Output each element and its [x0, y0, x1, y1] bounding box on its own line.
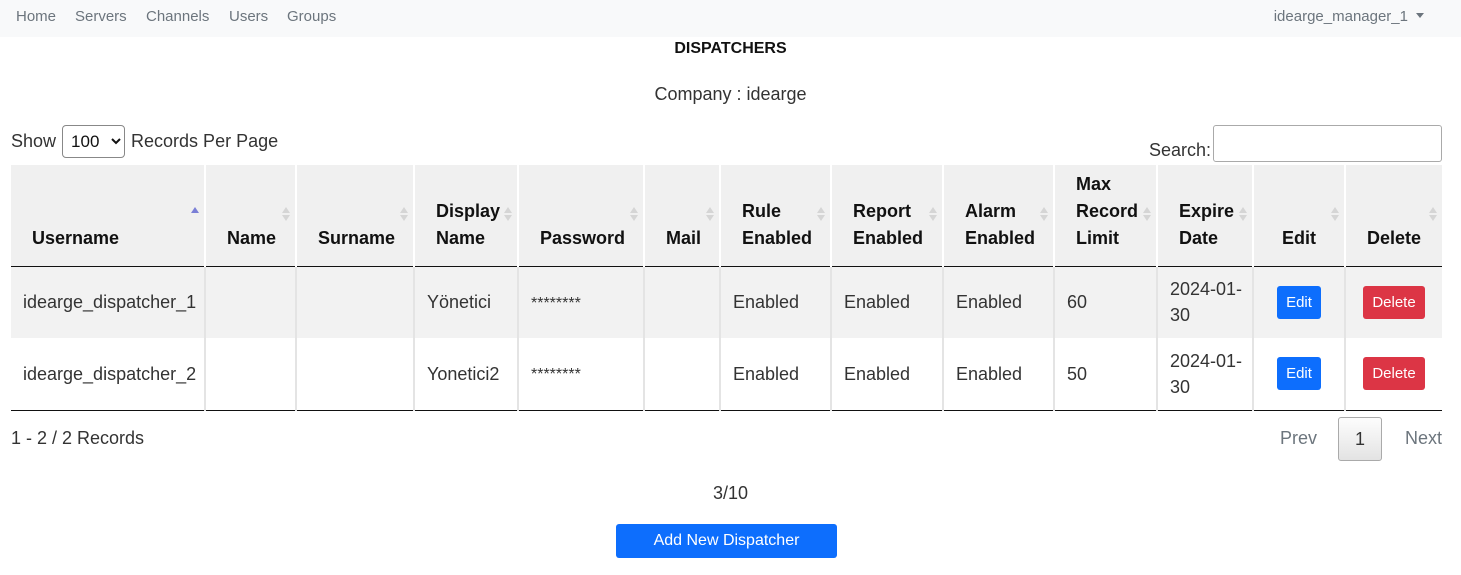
cell-max-record-limit: 50 [1053, 338, 1157, 411]
nav-users-link[interactable]: Users [229, 0, 268, 34]
table-row: idearge_dispatcher_2 Yonetici2 ******** … [11, 338, 1442, 411]
column-header-label: Alarm Enabled [965, 200, 1036, 248]
cell-expire-date: 2024-01-30 [1156, 266, 1253, 338]
sort-icon [817, 207, 825, 223]
prev-page-button[interactable]: Prev [1280, 416, 1317, 461]
sort-icon [630, 207, 638, 223]
cell-edit: Edit [1252, 266, 1345, 338]
search-control: Search: [1149, 125, 1442, 162]
sort-icon [504, 207, 512, 223]
cell-report-enabled: Enabled [830, 338, 943, 411]
records-info: 1 - 2 / 2 Records [11, 428, 145, 448]
sort-icon [1143, 207, 1151, 223]
column-header-label: Mail [666, 227, 702, 248]
column-header-password[interactable]: Password [517, 165, 644, 267]
cell-delete: Delete [1344, 338, 1442, 411]
next-page-button[interactable]: Next [1405, 416, 1442, 461]
delete-button[interactable]: Delete [1363, 357, 1425, 391]
show-label: Show [11, 131, 57, 151]
column-header-rule-enabled[interactable]: Rule Enabled [719, 165, 831, 267]
cell-name [204, 338, 296, 411]
cell-mail [643, 338, 720, 411]
cell-username: idearge_dispatcher_1 [11, 266, 205, 338]
column-header-display-name[interactable]: Display Name [413, 165, 518, 267]
cell-rule-enabled: Enabled [719, 338, 831, 411]
pagination: Prev 1 Next [1280, 416, 1442, 461]
caret-down-icon [1416, 13, 1424, 18]
cell-password: ******** [517, 266, 644, 338]
column-header-name[interactable]: Name [204, 165, 296, 267]
sort-icon [1429, 207, 1437, 223]
column-header-surname[interactable]: Surname [295, 165, 414, 267]
column-header-label: Edit [1282, 227, 1316, 248]
nav-servers-link[interactable]: Servers [75, 0, 127, 34]
user-menu-dropdown[interactable]: idearge_manager_1 [1274, 0, 1424, 34]
dispatcher-count: 3/10 [712, 483, 749, 503]
delete-button[interactable]: Delete [1363, 285, 1425, 319]
column-header-alarm-enabled[interactable]: Alarm Enabled [942, 165, 1054, 267]
sort-icon [400, 207, 408, 223]
nav-home-link[interactable]: Home [16, 0, 56, 34]
nav-channels-link[interactable]: Channels [146, 0, 209, 34]
column-header-label: Report Enabled [853, 200, 924, 248]
search-input[interactable] [1213, 125, 1442, 162]
column-header-expire-date[interactable]: Expire Date [1156, 165, 1253, 267]
company-label: Company : idearge [654, 84, 807, 104]
records-per-page-label: Records Per Page [131, 131, 279, 151]
nav-groups-link[interactable]: Groups [287, 0, 336, 34]
cell-display-name: Yönetici [413, 266, 518, 338]
column-header-label: Delete [1366, 227, 1422, 248]
edit-button[interactable]: Edit [1277, 357, 1321, 391]
cell-alarm-enabled: Enabled [942, 266, 1054, 338]
add-new-dispatcher-button[interactable]: Add New Dispatcher [616, 524, 837, 558]
page-1-button[interactable]: 1 [1337, 416, 1382, 461]
cell-username: idearge_dispatcher_2 [11, 338, 205, 411]
column-header-mail[interactable]: Mail [643, 165, 720, 267]
column-header-label: Surname [318, 227, 396, 248]
column-header-label: Display Name [436, 200, 501, 248]
column-header-label: Rule Enabled [742, 200, 813, 248]
cell-mail [643, 266, 720, 338]
cell-delete: Delete [1344, 266, 1442, 338]
cell-expire-date: 2024-01-30 [1156, 338, 1253, 411]
cell-name [204, 266, 296, 338]
column-header-delete[interactable]: Delete [1344, 165, 1442, 267]
sort-icon [282, 207, 290, 223]
page-title: DISPATCHERS [674, 40, 787, 57]
cell-surname [295, 266, 414, 338]
column-header-label: Password [540, 227, 626, 248]
cell-display-name: Yonetici2 [413, 338, 518, 411]
cell-report-enabled: Enabled [830, 266, 943, 338]
search-label: Search: [1148, 140, 1211, 160]
table-header-row: Username Name Surname Display Name Passw… [11, 165, 1442, 267]
dispatchers-table: Username Name Surname Display Name Passw… [11, 165, 1442, 411]
cell-rule-enabled: Enabled [719, 266, 831, 338]
cell-surname [295, 338, 414, 411]
sort-icon [706, 207, 714, 223]
records-per-page-select[interactable]: 100 [62, 125, 126, 158]
page-length-control: Show 100 Records Per Page [11, 125, 278, 158]
column-header-max-record-limit[interactable]: Max Record Limit [1053, 165, 1157, 267]
column-header-report-enabled[interactable]: Report Enabled [830, 165, 943, 267]
column-header-label: Max Record Limit [1076, 173, 1139, 248]
sort-icon [929, 207, 937, 223]
edit-button[interactable]: Edit [1277, 285, 1321, 319]
table-row: idearge_dispatcher_1 Yönetici ******** E… [11, 266, 1442, 338]
column-header-label: Name [227, 227, 277, 248]
sort-ascending-icon [191, 207, 199, 223]
user-menu-label: idearge_manager_1 [1273, 8, 1408, 25]
top-navbar: Home Servers Channels Users Groups idear… [0, 0, 1461, 37]
column-header-username[interactable]: Username [11, 165, 205, 267]
cell-password: ******** [517, 338, 644, 411]
cell-max-record-limit: 60 [1053, 266, 1157, 338]
sort-icon [1040, 207, 1048, 223]
column-header-label: Expire Date [1179, 200, 1235, 248]
cell-alarm-enabled: Enabled [942, 338, 1054, 411]
column-header-label: Username [32, 227, 120, 248]
cell-edit: Edit [1252, 338, 1345, 411]
column-header-edit[interactable]: Edit [1252, 165, 1345, 267]
sort-icon [1239, 207, 1247, 223]
sort-icon [1331, 207, 1339, 223]
